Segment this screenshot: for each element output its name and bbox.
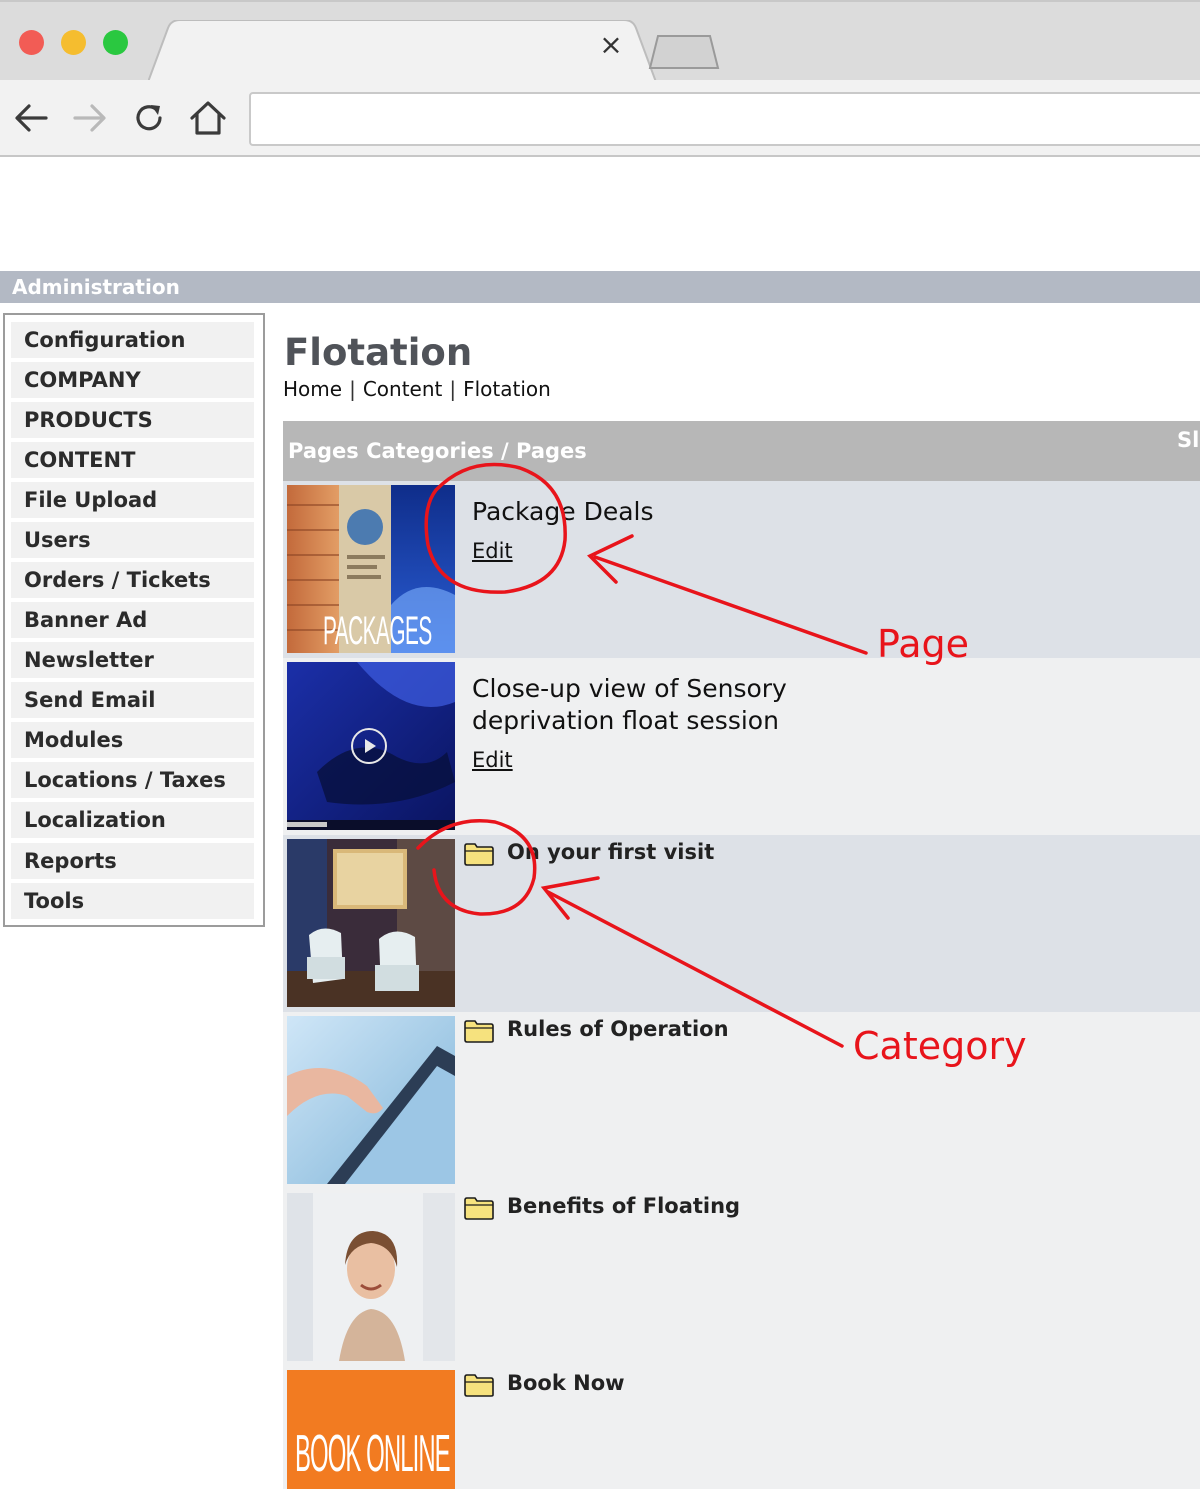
annotation-circle-category (416, 819, 537, 916)
annotation-arrow-page (593, 555, 868, 655)
annotation-circle-page (424, 462, 567, 594)
annotation-label-category: Category (853, 1024, 1027, 1068)
annotation-label-page: Page (877, 622, 969, 666)
annotation-overlay (416, 462, 868, 1048)
annotation-arrow-category (546, 890, 844, 1048)
